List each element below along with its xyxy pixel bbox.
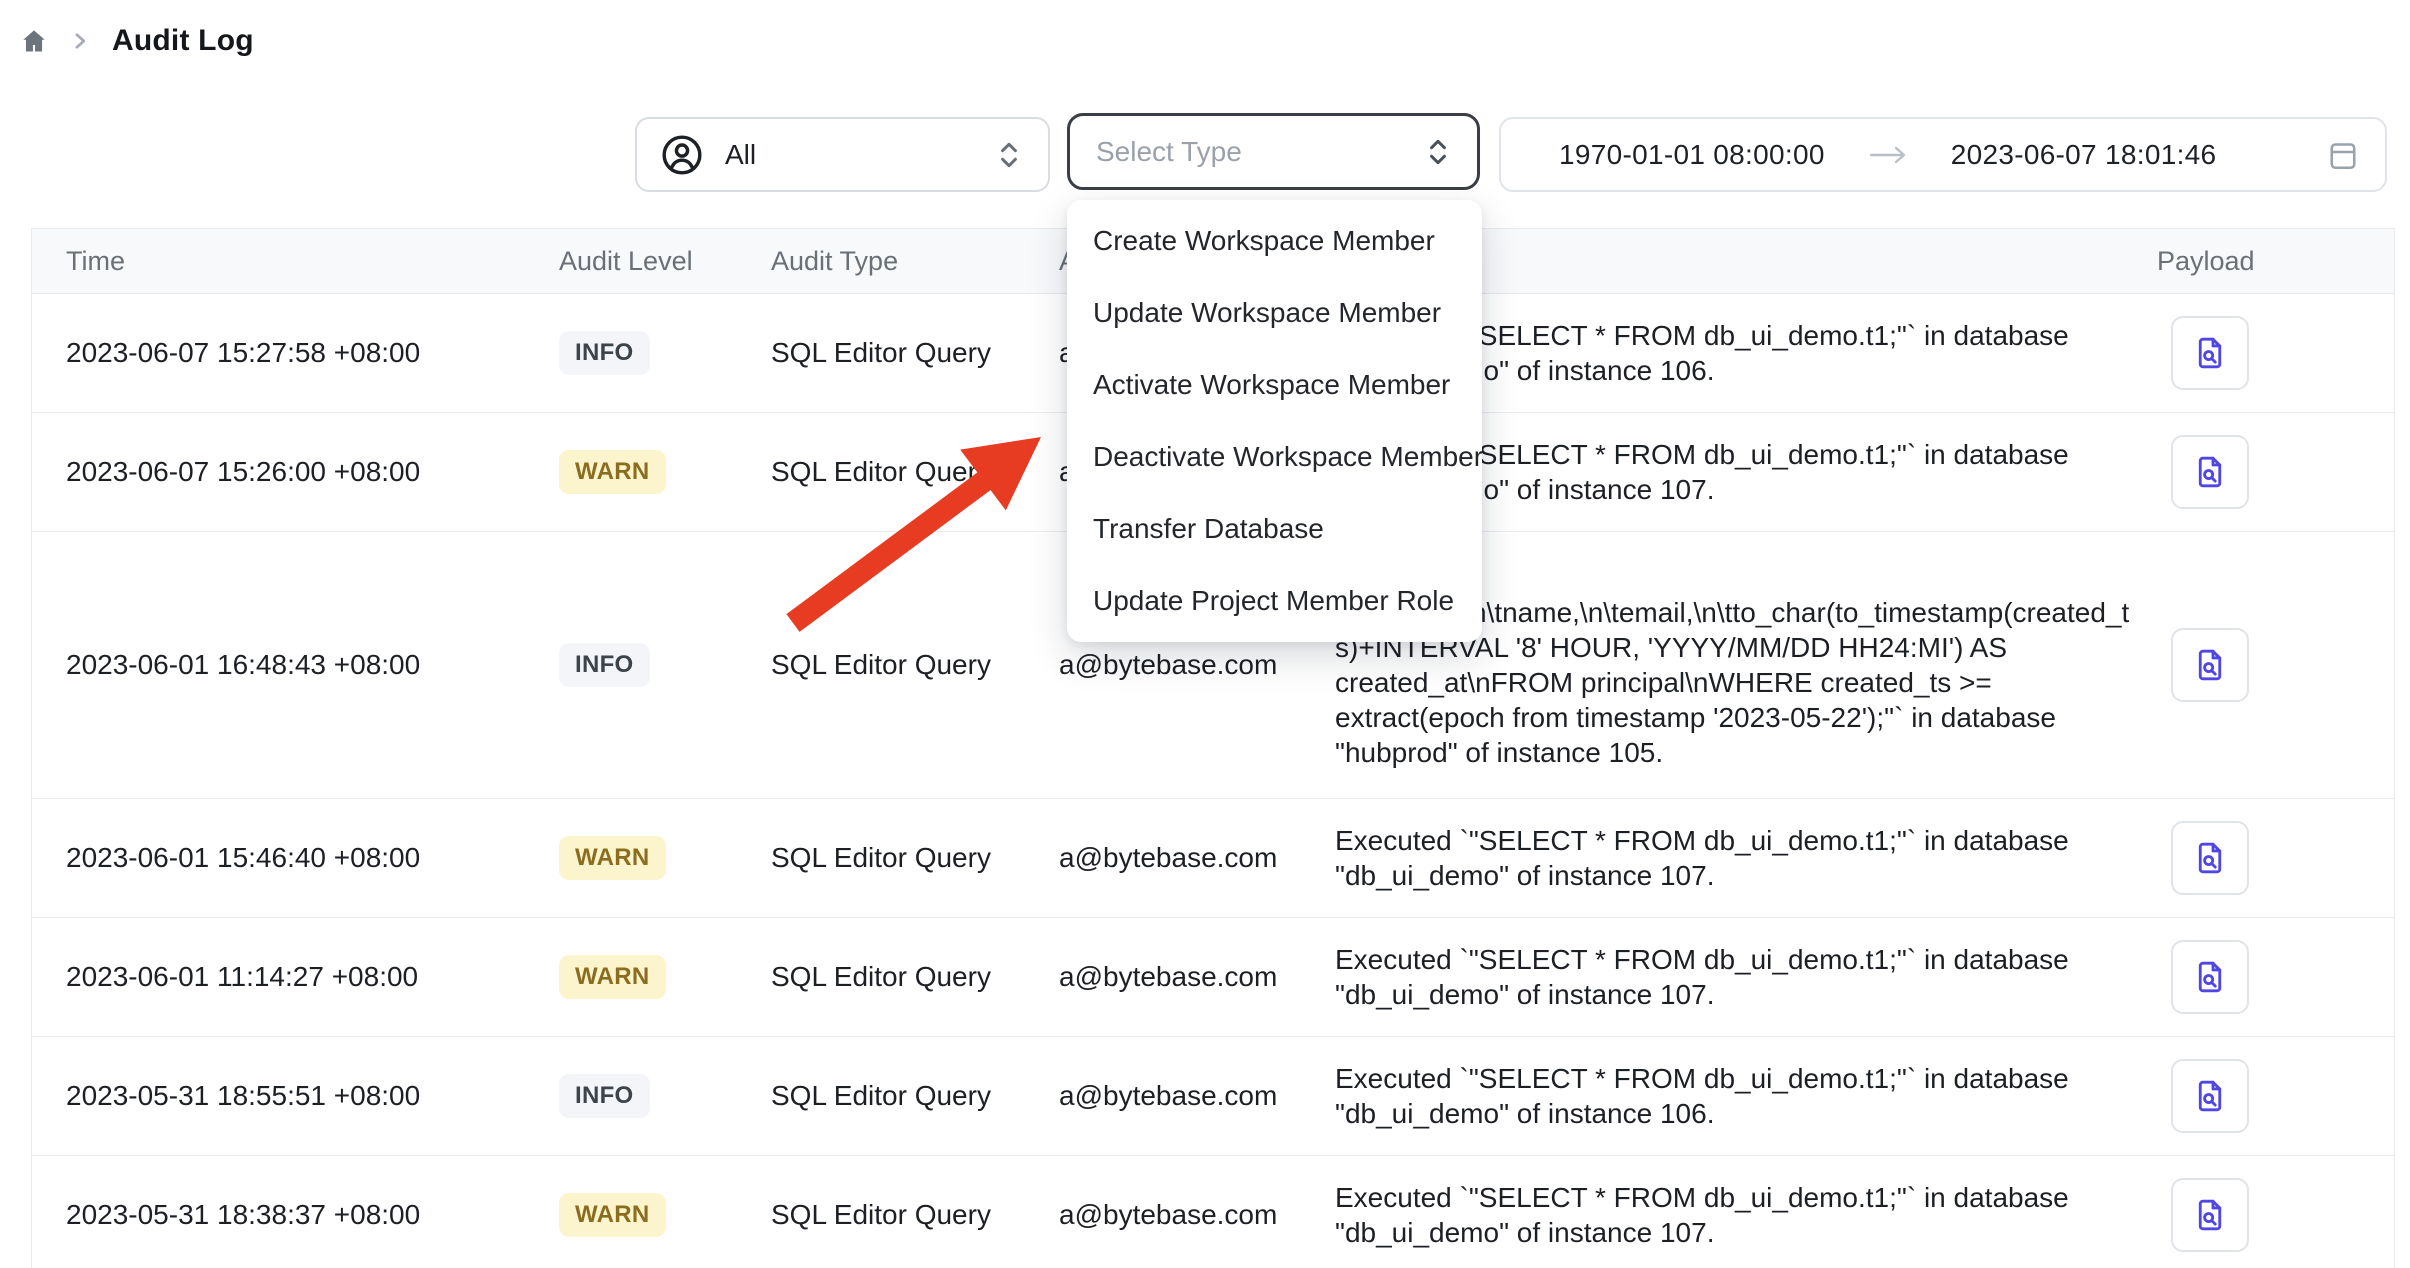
type-menu-item[interactable]: Activate Workspace Member <box>1067 349 1482 421</box>
file-search-icon <box>2192 839 2228 877</box>
payload-view-button[interactable] <box>2171 1059 2249 1133</box>
cell-audit-level: INFO <box>551 331 771 375</box>
home-icon[interactable] <box>20 27 48 55</box>
type-menu-item[interactable]: Update Workspace Member <box>1067 277 1482 349</box>
cell-payload <box>2141 435 2395 509</box>
cell-time: 2023-05-31 18:55:51 +08:00 <box>32 1080 551 1112</box>
cell-actor: a@bytebase.com <box>1059 649 1335 681</box>
type-menu-item[interactable]: Transfer Database <box>1067 493 1482 565</box>
cell-time: 2023-06-01 11:14:27 +08:00 <box>32 961 551 993</box>
date-range-start: 1970-01-01 08:00:00 <box>1559 139 1825 171</box>
audit-level-badge: INFO <box>559 331 650 375</box>
actor-filter-value: All <box>725 139 756 171</box>
file-search-icon <box>2192 1196 2228 1234</box>
cell-comment: Executed `"SELECT * FROM db_ui_demo.t1;"… <box>1335 799 2141 917</box>
payload-view-button[interactable] <box>2171 940 2249 1014</box>
type-menu: Create Workspace MemberUpdate Workspace … <box>1067 200 1482 642</box>
file-search-icon <box>2192 1077 2228 1115</box>
table-row: 2023-05-31 18:55:51 +08:00INFO SQL Editor… <box>32 1037 2394 1156</box>
cell-audit-type: SQL Editor Query <box>771 961 1059 993</box>
cell-comment: Executed `"SELECT * FROM db_ui_demo.t1;"… <box>1335 1037 2141 1155</box>
table-row: 2023-06-01 11:14:27 +08:00WARN SQL Editor… <box>32 918 2394 1037</box>
payload-view-button[interactable] <box>2171 628 2249 702</box>
column-header-audit-type: Audit Type <box>771 246 1059 277</box>
audit-level-badge: INFO <box>559 1074 650 1118</box>
file-search-icon <box>2192 646 2228 684</box>
cell-audit-type: SQL Editor Query <box>771 1080 1059 1112</box>
table-row: 2023-06-01 15:46:40 +08:00WARN SQL Editor… <box>32 799 2394 918</box>
column-header-audit-level: Audit Level <box>551 246 771 277</box>
type-menu-item[interactable]: Update Project Member Role <box>1067 565 1482 637</box>
page-title: Audit Log <box>112 24 254 58</box>
audit-level-badge: WARN <box>559 1193 666 1237</box>
calendar-icon <box>2325 137 2361 173</box>
table-row: 2023-05-31 18:38:37 +08:00WARN SQL Editor… <box>32 1156 2394 1268</box>
cell-payload <box>2141 940 2395 1014</box>
file-search-icon <box>2192 958 2228 996</box>
cell-audit-level: WARN <box>551 836 771 880</box>
cell-time: 2023-06-07 15:26:00 +08:00 <box>32 456 551 488</box>
type-menu-item[interactable]: Create Workspace Member <box>1067 205 1482 277</box>
cell-audit-level: WARN <box>551 450 771 494</box>
audit-level-badge: WARN <box>559 836 666 880</box>
cell-audit-level: INFO <box>551 1074 771 1118</box>
cell-comment: Executed `"SELECT * FROM db_ui_demo.t1;"… <box>1335 918 2141 1036</box>
cell-time: 2023-06-01 15:46:40 +08:00 <box>32 842 551 874</box>
cell-payload <box>2141 1059 2395 1133</box>
file-search-icon <box>2192 334 2228 372</box>
type-menu-item[interactable]: Deactivate Workspace Member <box>1067 421 1482 493</box>
cell-payload <box>2141 821 2395 895</box>
cell-audit-type: SQL Editor Query <box>771 649 1059 681</box>
cell-time: 2023-06-07 15:27:58 +08:00 <box>32 337 551 369</box>
cell-actor: a@bytebase.com <box>1059 1080 1335 1112</box>
cell-audit-level: WARN <box>551 1193 771 1237</box>
cell-audit-type: SQL Editor Query <box>771 842 1059 874</box>
breadcrumb: Audit Log <box>20 24 254 58</box>
cell-audit-type: SQL Editor Query <box>771 337 1059 369</box>
payload-view-button[interactable] <box>2171 1178 2249 1252</box>
cell-actor: a@bytebase.com <box>1059 842 1335 874</box>
payload-view-button[interactable] <box>2171 821 2249 895</box>
cell-actor: a@bytebase.com <box>1059 1199 1335 1231</box>
chevron-up-down-icon <box>996 139 1022 171</box>
cell-audit-level: WARN <box>551 955 771 999</box>
file-search-icon <box>2192 453 2228 491</box>
chevron-up-down-icon <box>1425 136 1451 168</box>
audit-level-badge: WARN <box>559 955 666 999</box>
cell-time: 2023-06-01 16:48:43 +08:00 <box>32 649 551 681</box>
cell-payload <box>2141 628 2395 702</box>
audit-level-badge: WARN <box>559 450 666 494</box>
arrow-right-icon <box>1867 142 1909 168</box>
cell-actor: a@bytebase.com <box>1059 961 1335 993</box>
breadcrumb-chevron-icon <box>70 31 90 51</box>
cell-audit-type: SQL Editor Query <box>771 456 1059 488</box>
type-filter-placeholder: Select Type <box>1096 136 1242 168</box>
user-circle-icon <box>659 132 705 178</box>
cell-payload <box>2141 316 2395 390</box>
cell-comment: Executed `"SELECT * FROM db_ui_demo.t1;"… <box>1335 1156 2141 1268</box>
column-header-time: Time <box>32 246 551 277</box>
payload-view-button[interactable] <box>2171 316 2249 390</box>
audit-log-page: Audit Log All Select Type 1970-01-01 <box>0 0 2410 1268</box>
payload-view-button[interactable] <box>2171 435 2249 509</box>
type-filter-select[interactable]: Select Type <box>1067 113 1480 190</box>
cell-payload <box>2141 1178 2395 1252</box>
column-header-payload: Payload <box>2141 246 2395 277</box>
audit-level-badge: INFO <box>559 643 650 687</box>
date-range-end: 2023-06-07 18:01:46 <box>1951 139 2217 171</box>
cell-audit-type: SQL Editor Query <box>771 1199 1059 1231</box>
actor-filter-select[interactable]: All <box>635 117 1050 192</box>
cell-time: 2023-05-31 18:38:37 +08:00 <box>32 1199 551 1231</box>
cell-audit-level: INFO <box>551 643 771 687</box>
date-range-picker[interactable]: 1970-01-01 08:00:00 2023-06-07 18:01:46 <box>1499 117 2387 192</box>
